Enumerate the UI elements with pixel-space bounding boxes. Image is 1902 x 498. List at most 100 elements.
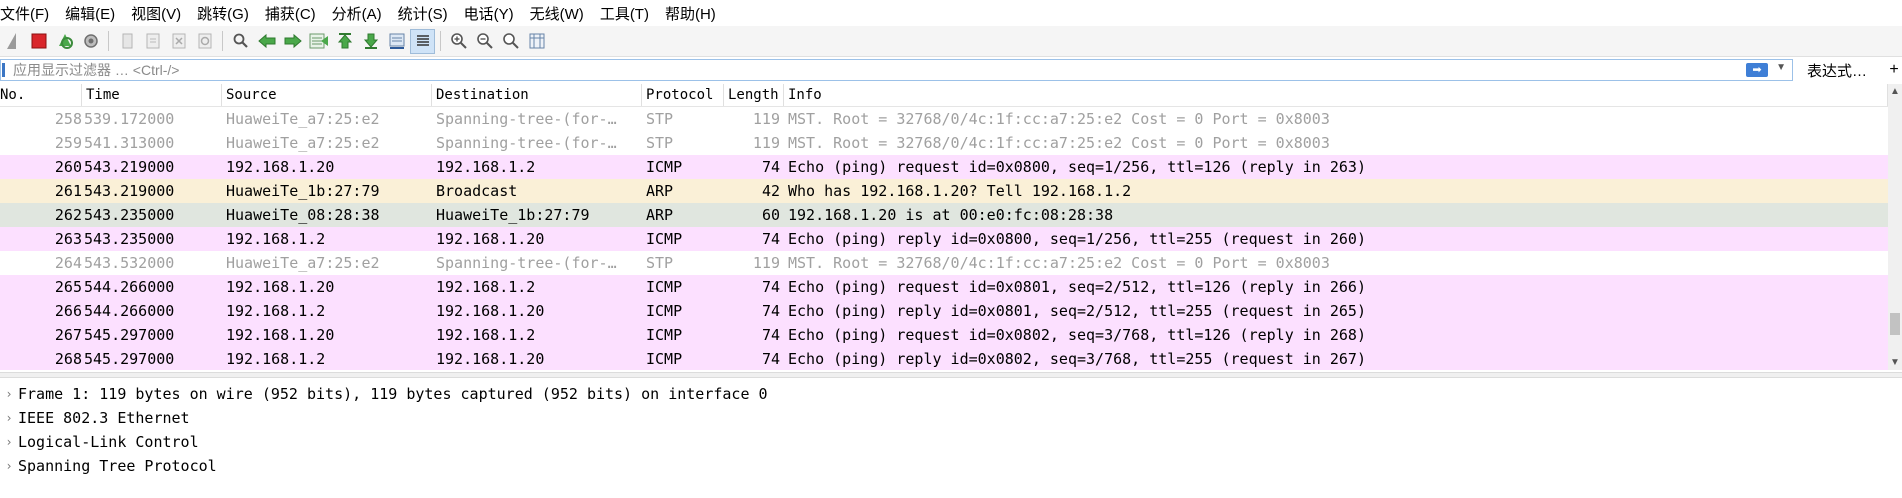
packet-time: 544.266000	[84, 302, 175, 320]
column-header-length[interactable]: Length	[724, 84, 784, 106]
packet-length: 74	[761, 302, 780, 320]
packet-row[interactable]: 262 543.235000 HuaweiTe_08:28:38 HuaweiTe_1…	[0, 203, 1888, 227]
packet-row[interactable]: 268 545.297000 192.168.1.2 192.168.1.20 ICMP…	[0, 347, 1888, 370]
packet-row[interactable]: 266 544.266000 192.168.1.2 192.168.1.20 ICMP…	[0, 299, 1888, 323]
packet-protocol: ICMP	[646, 158, 683, 176]
capture-options-icon[interactable]	[78, 29, 103, 54]
chevron-right-icon[interactable]: ›	[0, 454, 18, 478]
packet-list-scrollbar[interactable]: ▲ ▼	[1888, 84, 1902, 370]
packet-details[interactable]: › Frame 1: 119 bytes on wire (952 bits),…	[0, 382, 1902, 498]
restart-capture-icon[interactable]	[52, 29, 77, 54]
packet-no: 263	[54, 230, 82, 248]
open-file-icon[interactable]	[114, 29, 139, 54]
menu-tools[interactable]: 工具(T)	[592, 3, 657, 24]
chevron-right-icon[interactable]: ›	[0, 382, 18, 406]
packet-source: HuaweiTe_08:28:38	[226, 206, 380, 224]
packet-list[interactable]: No. Time Source Destination Protocol Len…	[0, 84, 1888, 370]
packet-time: 543.532000	[84, 254, 175, 272]
menu-go[interactable]: 跳转(G)	[189, 3, 257, 24]
menu-bar: 文件(F) 编辑(E) 视图(V) 跳转(G) 捕获(C) 分析(A) 统计(S…	[0, 0, 1902, 26]
packet-time: 545.297000	[84, 350, 175, 368]
packet-info: Echo (ping) request id=0x0802, seq=3/768…	[788, 326, 1366, 344]
column-header-protocol[interactable]: Protocol	[642, 84, 724, 106]
packet-row[interactable]: 259 541.313000 HuaweiTe_a7:25:e2 Spanning-t…	[0, 131, 1888, 155]
packet-protocol: ICMP	[646, 350, 683, 368]
menu-wireless[interactable]: 无线(W)	[522, 3, 592, 24]
zoom-in-icon[interactable]	[446, 29, 471, 54]
menu-view[interactable]: 视图(V)	[123, 3, 189, 24]
menu-analyze[interactable]: 分析(A)	[324, 3, 390, 24]
menu-help[interactable]: 帮助(H)	[657, 3, 724, 24]
save-file-icon[interactable]	[140, 29, 165, 54]
packet-destination: Broadcast	[436, 182, 518, 200]
packet-list-header: No. Time Source Destination Protocol Len…	[0, 84, 1888, 107]
menu-file[interactable]: 文件(F)	[0, 3, 57, 24]
menu-capture[interactable]: 捕获(C)	[257, 3, 324, 24]
find-packet-icon[interactable]	[228, 29, 253, 54]
scroll-up-icon[interactable]: ▲	[1890, 86, 1900, 97]
detail-text: IEEE 802.3 Ethernet	[18, 409, 190, 427]
detail-row-frame[interactable]: › Frame 1: 119 bytes on wire (952 bits),…	[0, 382, 1902, 406]
packet-destination: 192.168.1.20	[436, 350, 545, 368]
packet-row[interactable]: 264 543.532000 HuaweiTe_a7:25:e2 Spanning-t…	[0, 251, 1888, 275]
autoscroll-icon[interactable]	[384, 29, 409, 54]
go-last-icon[interactable]	[358, 29, 383, 54]
column-header-destination[interactable]: Destination	[432, 84, 642, 106]
packet-row[interactable]: 263 543.235000 192.168.1.2 192.168.1.20 ICMP…	[0, 227, 1888, 251]
go-to-packet-icon[interactable]	[306, 29, 331, 54]
chevron-right-icon[interactable]: ›	[0, 406, 18, 430]
menu-telephony[interactable]: 电话(Y)	[456, 3, 522, 24]
packet-row[interactable]: 261 543.219000 HuaweiTe_1b:27:79 Broadcast A…	[0, 179, 1888, 203]
packet-row[interactable]: 267 545.297000 192.168.1.20 192.168.1.2 ICMP…	[0, 323, 1888, 347]
reload-file-icon[interactable]	[192, 29, 217, 54]
detail-text: Logical-Link Control	[18, 433, 199, 451]
go-first-icon[interactable]	[332, 29, 357, 54]
menu-statistics[interactable]: 统计(S)	[390, 3, 456, 24]
packet-time: 545.297000	[84, 326, 175, 344]
chevron-right-icon[interactable]: ›	[0, 430, 18, 454]
packet-no: 259	[54, 134, 82, 152]
detail-row-ethernet[interactable]: › IEEE 802.3 Ethernet	[0, 406, 1902, 430]
display-filter-input[interactable]	[1, 61, 1713, 79]
detail-text: Frame 1: 119 bytes on wire (952 bits), 1…	[18, 385, 768, 403]
chevron-down-icon[interactable]: ▼	[1776, 62, 1786, 73]
zoom-reset-icon[interactable]	[498, 29, 523, 54]
stop-capture-icon[interactable]	[26, 29, 51, 54]
pane-splitter[interactable]	[0, 372, 1902, 378]
filter-bookmark-icon[interactable]	[2, 63, 5, 77]
toolbar-separator	[222, 31, 223, 51]
colorize-icon[interactable]	[410, 28, 435, 54]
packet-destination: HuaweiTe_1b:27:79	[436, 206, 590, 224]
detail-row-stp[interactable]: › Spanning Tree Protocol	[0, 454, 1902, 478]
packet-protocol: ARP	[646, 206, 674, 224]
packet-length: 74	[761, 326, 780, 344]
menu-edit[interactable]: 编辑(E)	[57, 3, 123, 24]
packet-destination: Spanning-tree-(for-…	[436, 110, 617, 128]
scrollbar-thumb[interactable]	[1890, 313, 1900, 335]
detail-row-llc[interactable]: › Logical-Link Control	[0, 430, 1902, 454]
scroll-down-icon[interactable]: ▼	[1890, 357, 1900, 368]
packet-time: 543.235000	[84, 206, 175, 224]
packet-row[interactable]: 258 539.172000 HuaweiTe_a7:25:e2 Spanning-t…	[0, 107, 1888, 131]
column-header-time[interactable]: Time	[82, 84, 222, 106]
close-file-icon[interactable]	[166, 29, 191, 54]
packet-row[interactable]: 260 543.219000 192.168.1.20 192.168.1.2 ICMP…	[0, 155, 1888, 179]
packet-row[interactable]: 265 544.266000 192.168.1.20 192.168.1.2 ICMP…	[0, 275, 1888, 299]
column-header-no[interactable]: No.	[0, 84, 82, 106]
add-filter-button[interactable]: +	[1886, 61, 1902, 79]
packet-info: Echo (ping) request id=0x0800, seq=1/256…	[788, 158, 1366, 176]
resize-columns-icon[interactable]	[524, 29, 549, 54]
packet-time: 543.219000	[84, 182, 175, 200]
packet-rows: 258 539.172000 HuaweiTe_a7:25:e2 Spanning-t…	[0, 107, 1888, 370]
column-header-source[interactable]: Source	[222, 84, 432, 106]
column-header-info[interactable]: Info	[784, 84, 1888, 106]
expression-button[interactable]: 表达式…	[1807, 60, 1867, 81]
shark-fin-start-icon[interactable]	[0, 29, 25, 54]
go-forward-icon[interactable]	[280, 29, 305, 54]
go-back-icon[interactable]	[254, 29, 279, 54]
packet-length: 119	[752, 254, 780, 272]
display-filter-field[interactable]: ➡ ▼	[0, 59, 1793, 81]
apply-filter-icon[interactable]: ➡	[1746, 63, 1768, 77]
display-filter-bar: ➡ ▼ 表达式… +	[0, 58, 1902, 82]
zoom-out-icon[interactable]	[472, 29, 497, 54]
